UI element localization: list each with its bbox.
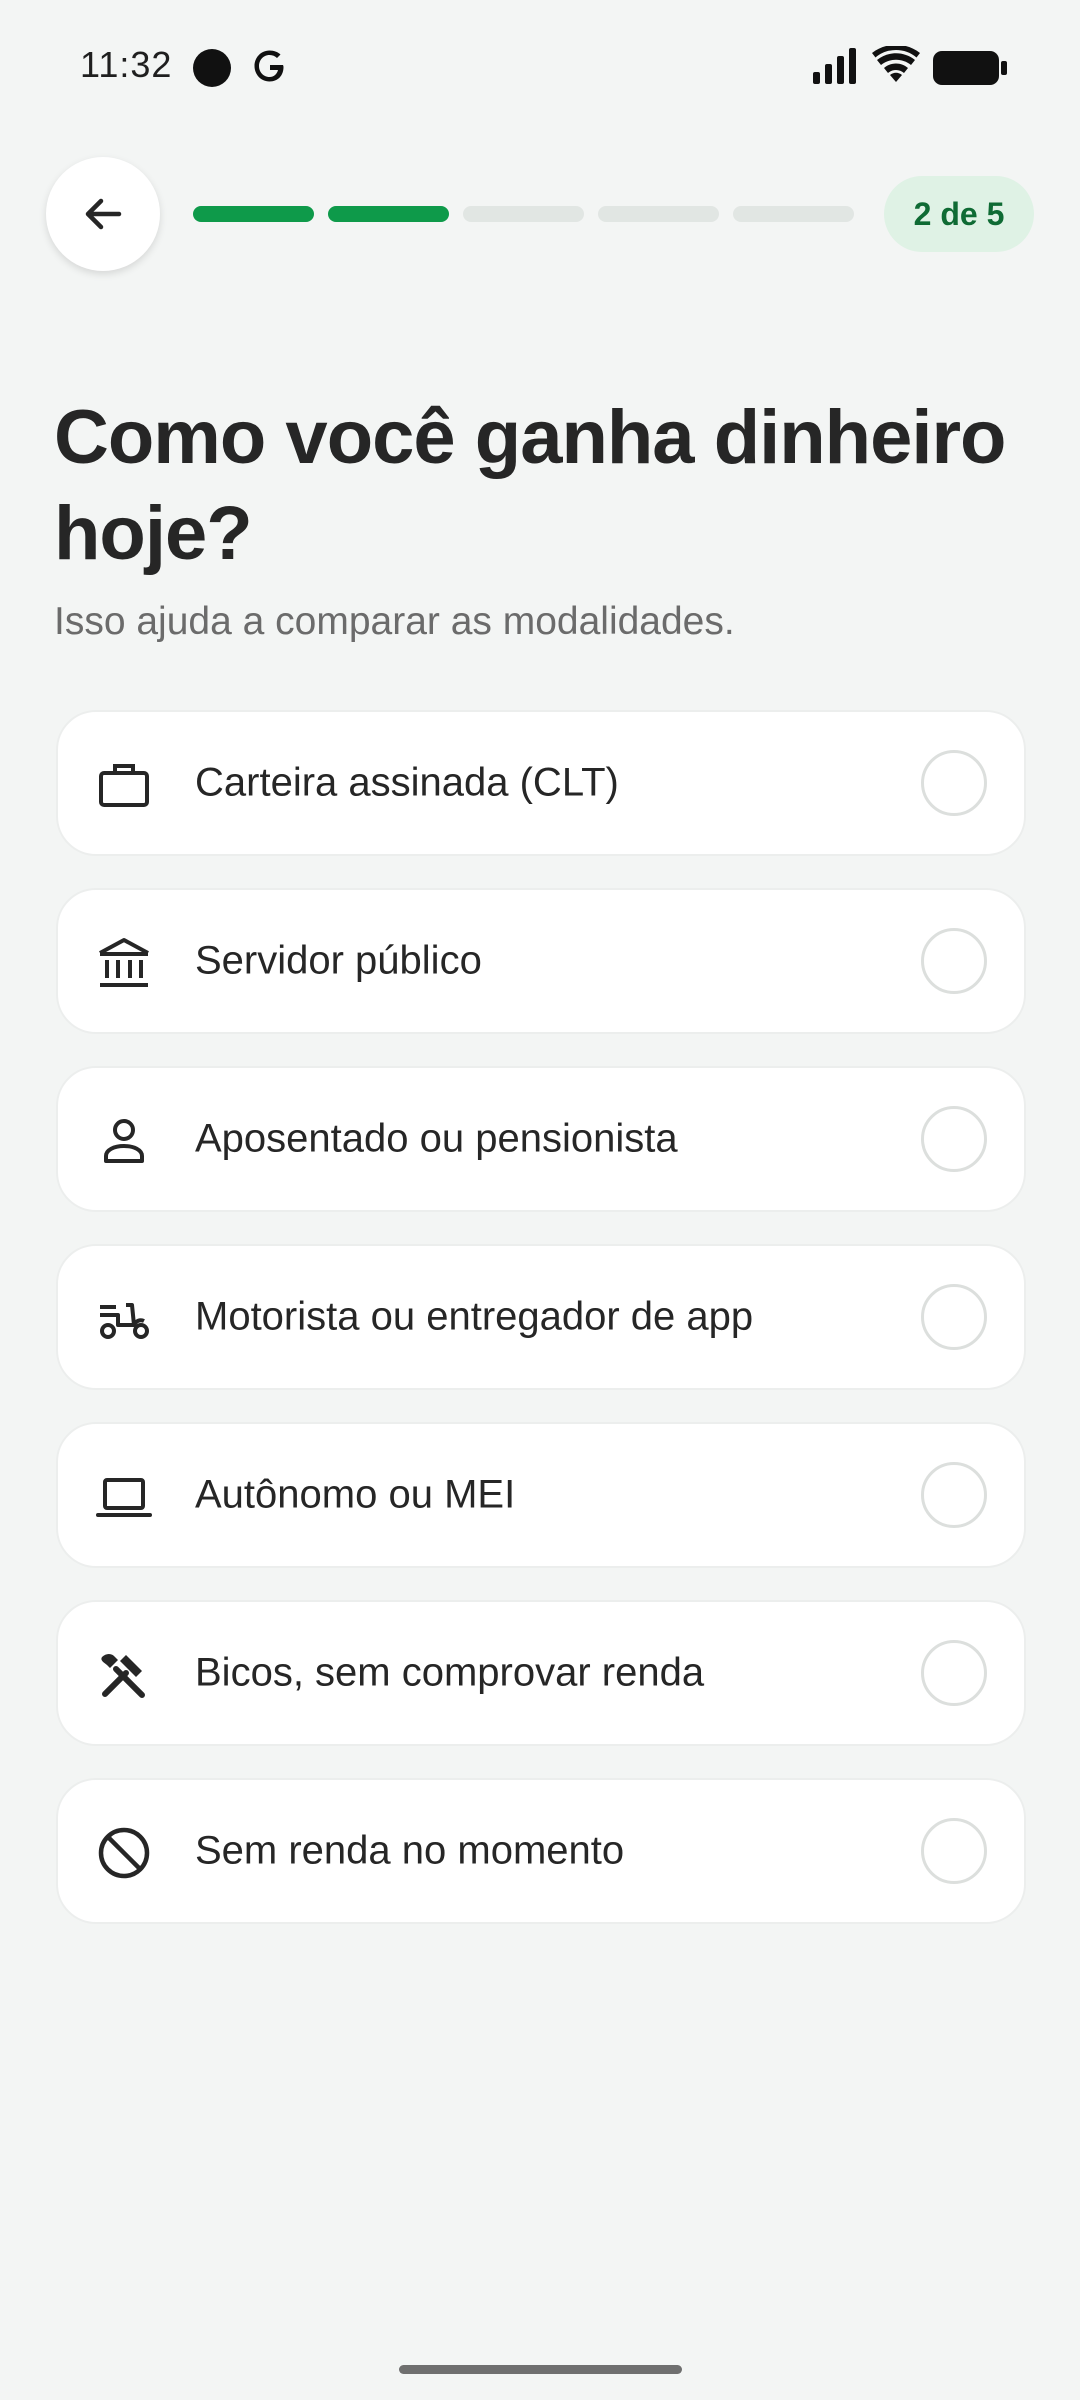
step-progress-bar: [193, 206, 854, 222]
option-label: Autônomo ou MEI: [195, 1472, 516, 1517]
moped-icon: [100, 1303, 149, 1339]
progress-segment-complete: [193, 206, 314, 222]
progress-segment-pending: [733, 206, 854, 222]
status-bar: 11:32: [0, 0, 1080, 135]
option-label: Sem renda no momento: [195, 1828, 625, 1873]
battery-icon: [933, 51, 1007, 85]
option-clt[interactable]: Carteira assinada (CLT): [56, 710, 1026, 856]
notification-dot-icon: [193, 49, 231, 87]
radio-button[interactable]: [921, 1640, 987, 1706]
progress-segment-complete: [328, 206, 449, 222]
progress-segment-pending: [598, 206, 719, 222]
status-time: 11:32: [80, 44, 173, 85]
wifi-icon: [872, 46, 920, 82]
option-label: Motorista ou entregador de app: [195, 1294, 754, 1339]
page-subtitle: Isso ajuda a comparar as modalidades.: [54, 600, 735, 643]
bank-icon: [99, 938, 149, 987]
signal-icon: [813, 48, 856, 84]
option-bicos[interactable]: Bicos, sem comprovar renda: [56, 1600, 1026, 1746]
briefcase-icon: [99, 764, 149, 807]
progress-segment-pending: [463, 206, 584, 222]
income-options-list: Carteira assinada (CLT) Servidor público…: [56, 710, 1026, 1956]
radio-button[interactable]: [921, 1284, 987, 1350]
block-icon: [98, 1827, 150, 1879]
tools-icon: [101, 1654, 145, 1698]
option-label: Servidor público: [195, 938, 482, 983]
radio-button[interactable]: [921, 1462, 987, 1528]
option-autonomo-mei[interactable]: Autônomo ou MEI: [56, 1422, 1026, 1568]
home-indicator[interactable]: [399, 2365, 682, 2374]
option-label: Aposentado ou pensionista: [195, 1116, 678, 1161]
google-icon: [254, 50, 284, 82]
option-label: Bicos, sem comprovar renda: [195, 1650, 705, 1695]
person-icon: [104, 1119, 144, 1163]
radio-button[interactable]: [921, 1818, 987, 1884]
radio-button[interactable]: [921, 750, 987, 816]
option-motorista[interactable]: Motorista ou entregador de app: [56, 1244, 1026, 1390]
option-sem-renda[interactable]: Sem renda no momento: [56, 1778, 1026, 1924]
option-servidor-publico[interactable]: Servidor público: [56, 888, 1026, 1034]
back-button[interactable]: [46, 157, 160, 271]
arrow-left-icon: [85, 198, 122, 230]
radio-button[interactable]: [921, 1106, 987, 1172]
step-badge: 2 de 5: [884, 176, 1034, 252]
laptop-icon: [96, 1478, 152, 1517]
page-title: Como você ganha dinheiro hoje?: [54, 395, 1006, 576]
radio-button[interactable]: [921, 928, 987, 994]
option-label: Carteira assinada (CLT): [195, 760, 619, 805]
option-aposentado[interactable]: Aposentado ou pensionista: [56, 1066, 1026, 1212]
